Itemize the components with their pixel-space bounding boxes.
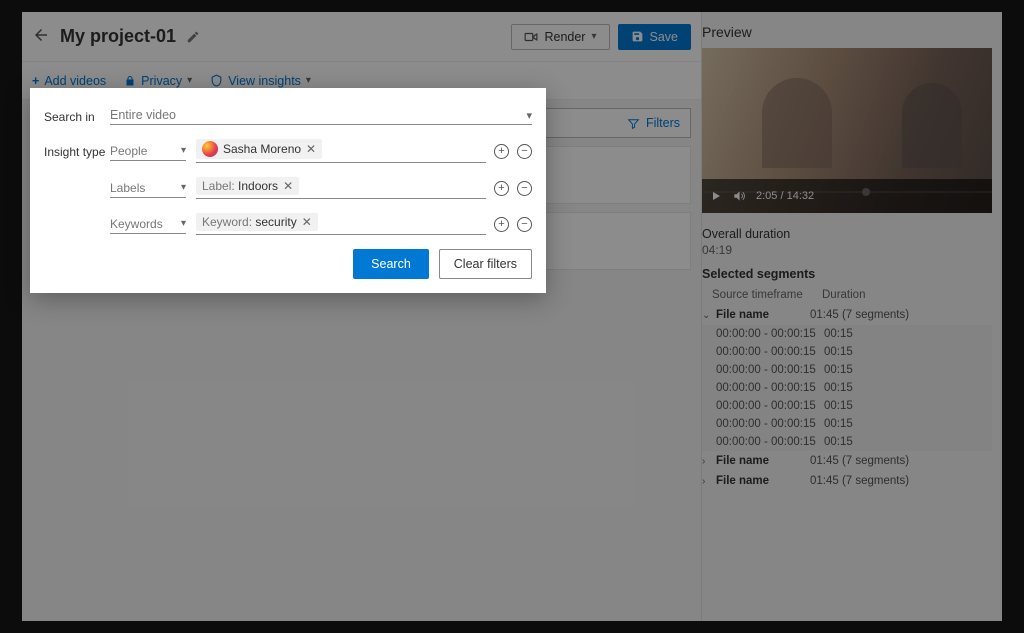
filter-chip-input[interactable]: Sasha Moreno ✕ bbox=[196, 139, 486, 163]
insight-type-select[interactable]: Labels ▾ bbox=[110, 179, 186, 198]
insight-type-value: Keywords bbox=[110, 217, 163, 231]
filter-chip: Keyword: security ✕ bbox=[196, 213, 318, 231]
chevron-down-icon: ▾ bbox=[181, 182, 186, 193]
filter-chip-input[interactable]: Label: Indoors ✕ bbox=[196, 177, 486, 199]
search-in-value: Entire video bbox=[110, 108, 176, 122]
add-row-icon[interactable]: + bbox=[494, 217, 509, 232]
chevron-down-icon: ▾ bbox=[181, 145, 186, 156]
filter-chip-input[interactable]: Keyword: security ✕ bbox=[196, 213, 486, 235]
search-in-select[interactable]: Entire video ▾ bbox=[110, 106, 532, 125]
chip-value: Label: Indoors bbox=[202, 179, 278, 193]
filter-chip: Sasha Moreno ✕ bbox=[196, 139, 322, 159]
remove-chip-icon[interactable]: ✕ bbox=[302, 215, 312, 229]
insight-type-select[interactable]: People ▾ bbox=[110, 142, 186, 161]
search-filters-modal: Search in Entire video ▾ Insight typePeo… bbox=[30, 88, 546, 293]
add-row-icon[interactable]: + bbox=[494, 144, 509, 159]
search-button[interactable]: Search bbox=[353, 249, 429, 279]
insight-type-label: Insight type bbox=[44, 143, 110, 159]
filter-chip: Label: Indoors ✕ bbox=[196, 177, 299, 195]
insight-type-value: Labels bbox=[110, 181, 145, 195]
chip-value: Sasha Moreno bbox=[223, 142, 301, 156]
chevron-down-icon: ▾ bbox=[526, 109, 532, 122]
clear-filters-button[interactable]: Clear filters bbox=[439, 249, 532, 279]
insight-type-select[interactable]: Keywords ▾ bbox=[110, 215, 186, 234]
remove-chip-icon[interactable]: ✕ bbox=[283, 179, 293, 193]
person-avatar bbox=[202, 141, 218, 157]
remove-chip-icon[interactable]: ✕ bbox=[306, 142, 316, 156]
remove-row-icon[interactable]: − bbox=[517, 181, 532, 196]
add-row-icon[interactable]: + bbox=[494, 181, 509, 196]
search-in-label: Search in bbox=[44, 108, 110, 124]
chip-value: Keyword: security bbox=[202, 215, 297, 229]
insight-type-value: People bbox=[110, 144, 147, 158]
remove-row-icon[interactable]: − bbox=[517, 217, 532, 232]
remove-row-icon[interactable]: − bbox=[517, 144, 532, 159]
chevron-down-icon: ▾ bbox=[181, 218, 186, 229]
